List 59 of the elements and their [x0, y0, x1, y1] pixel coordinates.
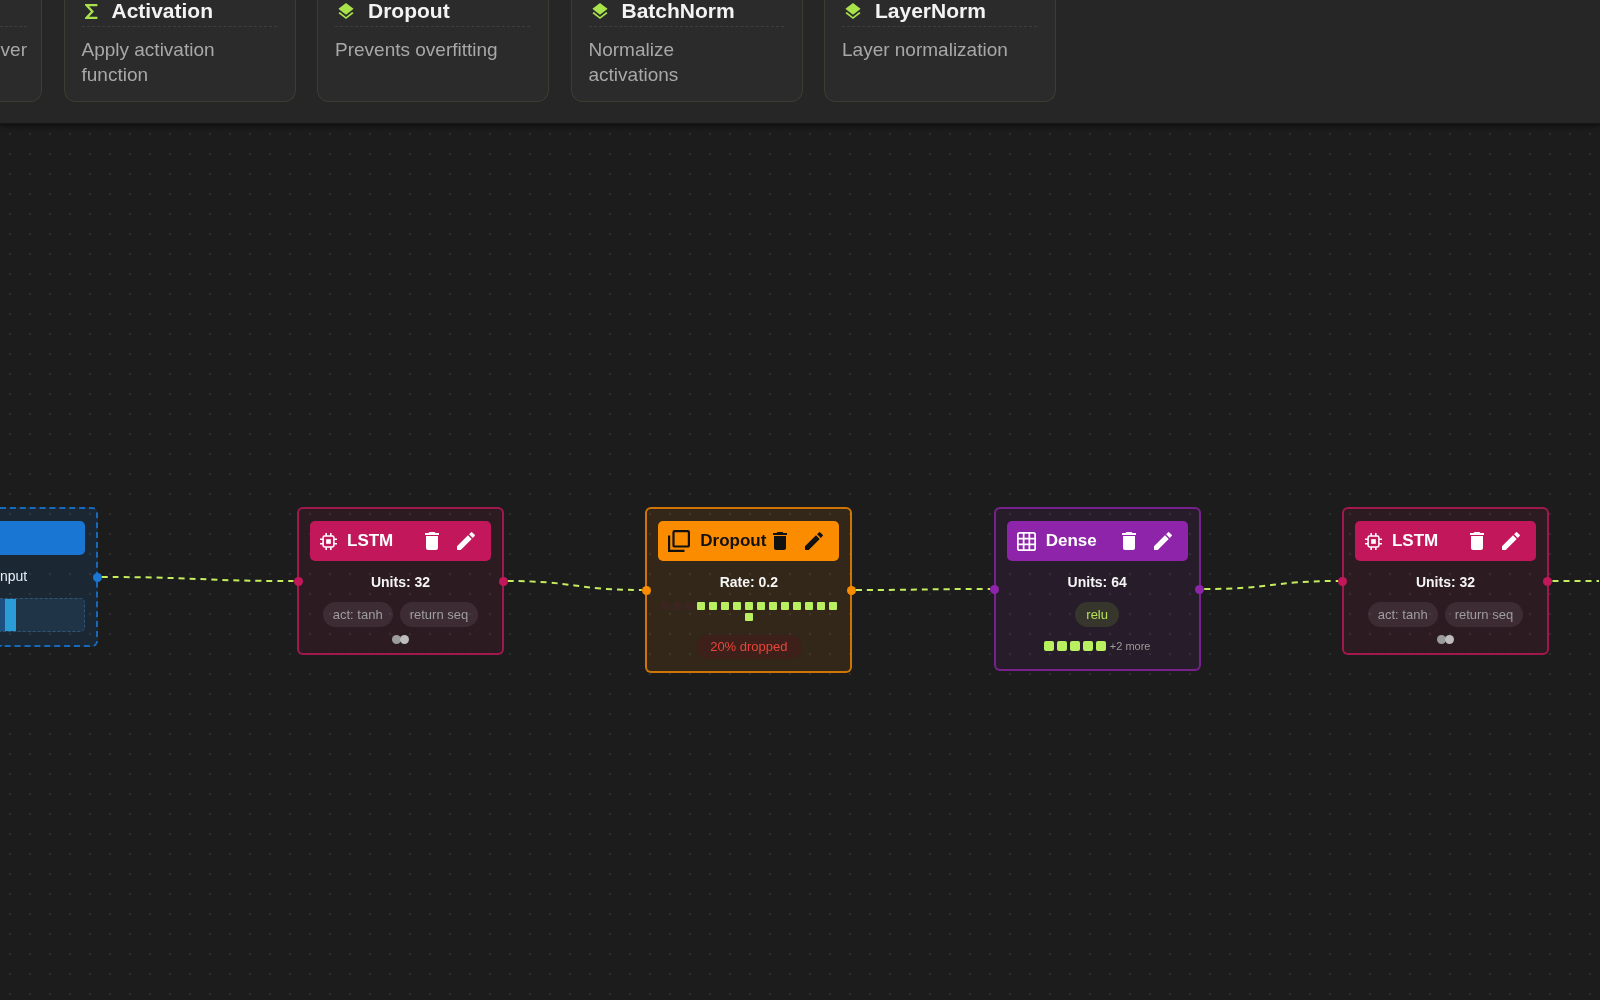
port-dot[interactable]	[990, 584, 1000, 594]
node-param: Units: 32	[1415, 573, 1476, 591]
layers-icon	[845, 3, 861, 19]
layer-node[interactable]: Dense Units: 64 relu +2 more	[993, 507, 1201, 671]
port-dot[interactable]	[1543, 576, 1553, 586]
sigma-icon	[84, 3, 98, 19]
port-dot[interactable]	[92, 572, 102, 582]
pencil-icon	[457, 532, 475, 550]
node-label: nput	[0, 568, 29, 585]
node-title: Dense	[1045, 531, 1097, 551]
palette-card[interactable]: ver	[0, 0, 42, 102]
trash-icon	[773, 532, 788, 550]
palette-card[interactable]: BatchNorm Normalize activations	[570, 0, 803, 102]
node-title: Dropout	[700, 531, 767, 551]
card-description: Apply activation function	[81, 38, 216, 87]
palette-card[interactable]: Activation Apply activation function	[63, 0, 296, 102]
two-dots-icon	[392, 635, 409, 644]
param-tag: return seq	[399, 602, 479, 627]
more-count: +2 more	[1109, 640, 1151, 652]
palette-card[interactable]: LayerNorm Layer normalization	[824, 0, 1056, 102]
port-dot[interactable]	[846, 585, 856, 595]
card-description: ver	[0, 38, 27, 62]
node-param: Units: 32	[370, 573, 431, 591]
pencil-icon	[805, 532, 824, 550]
card-description: Normalize activations	[588, 38, 680, 87]
layer-node[interactable]: Dropout Rate: 0.2 20% dropped	[645, 507, 853, 673]
port-dot[interactable]	[1338, 576, 1348, 586]
layers-icon	[591, 3, 608, 19]
port-dot[interactable]	[293, 576, 303, 586]
pencil-icon	[1153, 532, 1172, 550]
card-description: Layer normalization	[842, 38, 1009, 62]
grid-icon	[1016, 531, 1036, 551]
palette-card[interactable]: Dropout Prevents overfitting	[317, 0, 549, 102]
node-title: LSTM	[347, 531, 394, 551]
param-tag: return seq	[1444, 602, 1524, 627]
port-dot[interactable]	[1195, 584, 1205, 594]
node-param: Rate: 0.2	[719, 573, 778, 591]
param-tag: act: tanh	[322, 602, 393, 627]
layers-icon	[338, 3, 354, 19]
param-tag: relu	[1075, 602, 1119, 627]
trash-icon	[1121, 532, 1136, 550]
card-title: BatchNorm	[621, 0, 735, 22]
card-description: Prevents overfitting	[335, 38, 499, 62]
two-dots-icon	[1437, 635, 1454, 644]
copy-icon	[668, 530, 691, 552]
node-title: LSTM	[1392, 531, 1439, 551]
port-dot[interactable]	[498, 576, 508, 586]
node-param: Units: 64	[1067, 573, 1127, 591]
chip-icon	[320, 532, 337, 550]
trash-icon	[425, 532, 439, 550]
chip-icon	[1365, 532, 1382, 550]
card-title: Activation	[111, 0, 213, 22]
card-title: Dropout	[368, 0, 450, 22]
port-dot[interactable]	[641, 585, 651, 595]
dropped-badge: 20% dropped	[696, 635, 802, 659]
card-title: LayerNorm	[875, 0, 986, 22]
param-tag: act: tanh	[1367, 602, 1438, 627]
trash-icon	[1470, 532, 1484, 550]
pencil-icon	[1502, 532, 1520, 550]
